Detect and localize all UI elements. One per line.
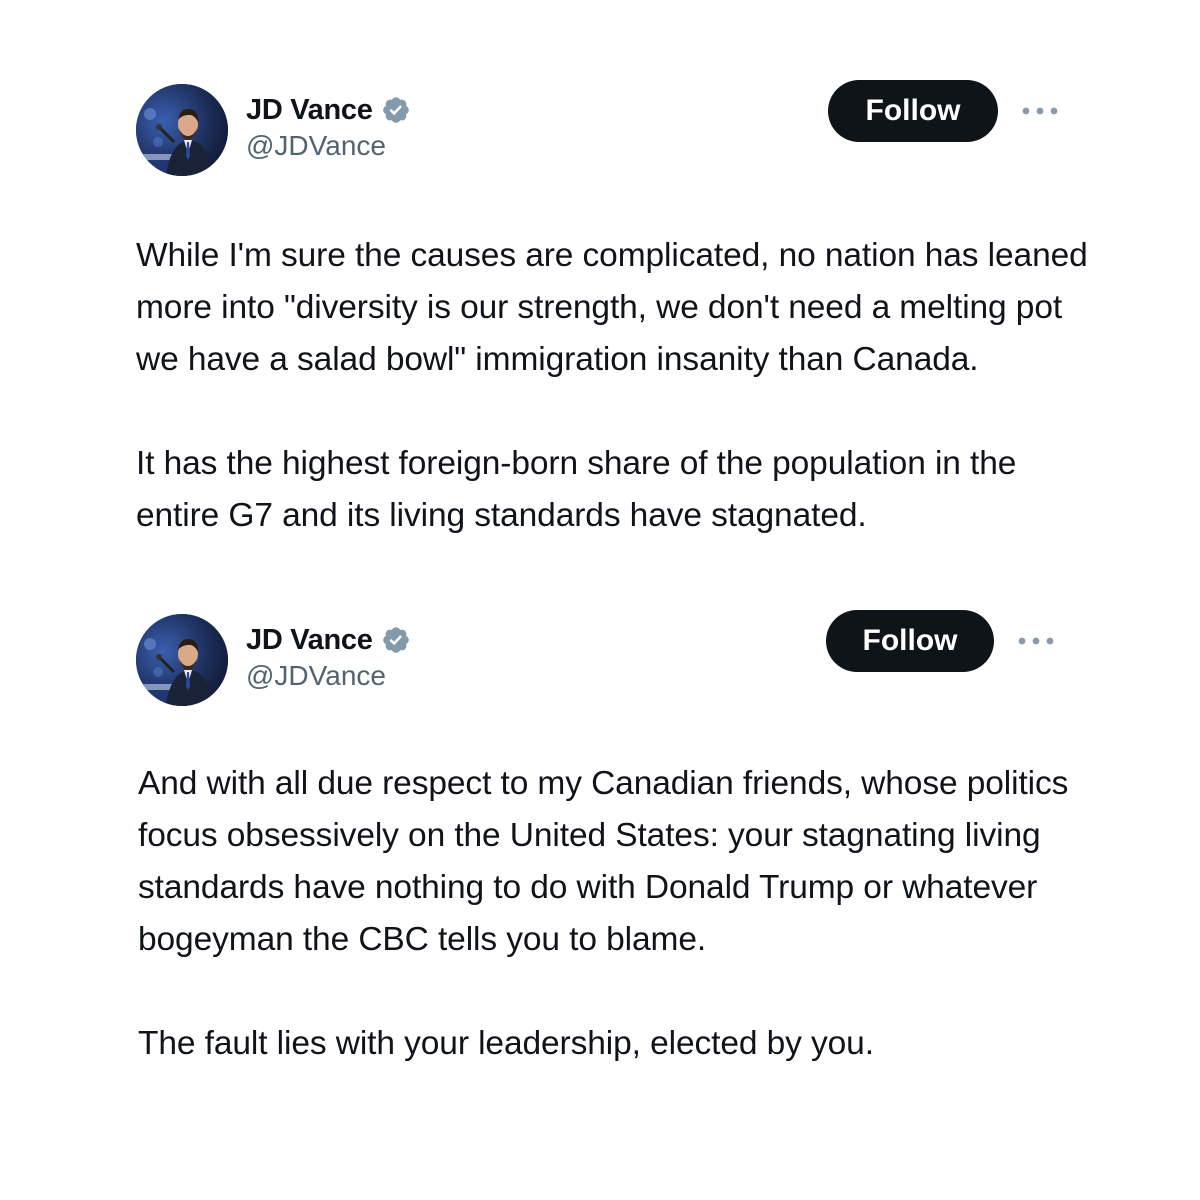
display-name[interactable]: JD Vance <box>246 94 373 127</box>
author-handle[interactable]: @JDVance <box>246 130 386 162</box>
tweet-text: While I'm sure the causes are complicate… <box>136 230 1096 542</box>
follow-button[interactable]: Follow <box>826 610 994 672</box>
more-options-icon[interactable] <box>1018 98 1062 124</box>
author-name-row: JD Vance <box>246 90 411 130</box>
tweet-paragraph: While I'm sure the causes are complicate… <box>136 237 1088 378</box>
verified-badge-icon <box>381 625 411 655</box>
tweet-paragraph: It has the highest foreign-born share of… <box>136 445 1017 534</box>
avatar[interactable] <box>136 614 228 706</box>
tweet-text: And with all due respect to my Canadian … <box>138 758 1098 1070</box>
follow-button[interactable]: Follow <box>828 80 998 142</box>
tweet-paragraph: And with all due respect to my Canadian … <box>138 765 1069 958</box>
author-handle[interactable]: @JDVance <box>246 660 386 692</box>
verified-badge-icon <box>381 95 411 125</box>
tweet-paragraph: The fault lies with your leadership, ele… <box>138 1025 874 1062</box>
avatar[interactable] <box>136 84 228 176</box>
display-name[interactable]: JD Vance <box>246 624 373 657</box>
more-options-icon[interactable] <box>1014 628 1058 654</box>
author-name-row: JD Vance <box>246 620 411 660</box>
